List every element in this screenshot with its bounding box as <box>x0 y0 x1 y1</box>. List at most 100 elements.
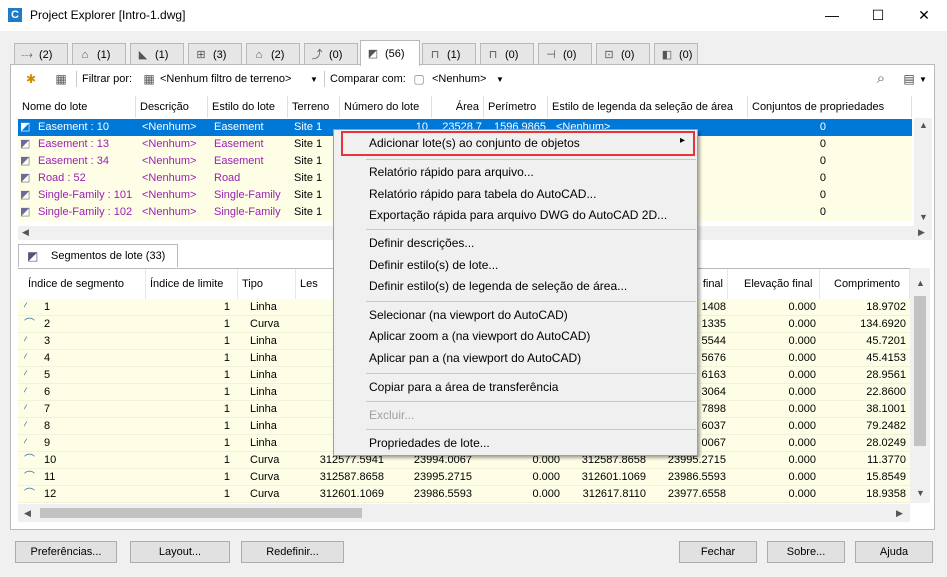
scroll-up-icon[interactable]: ▲ <box>916 278 925 288</box>
menu-item-select[interactable]: Selecionar (na viewport do AutoCAD) <box>369 308 568 322</box>
reset-button[interactable]: Redefinir... <box>241 541 344 563</box>
menu-item-pan-to[interactable]: Aplicar pan a (na viewport do AutoCAD) <box>369 351 581 365</box>
cell-b: 23986.5593 <box>413 488 472 500</box>
column-header[interactable]: Número do lote <box>340 96 432 118</box>
scroll-up-icon[interactable]: ▲ <box>919 120 928 130</box>
scroll-right-icon[interactable]: ▶ <box>896 508 903 519</box>
menu-item-set-parcel-styles[interactable]: Definir estilo(s) de lote... <box>369 258 498 272</box>
tab-labels[interactable]: ◧ (0) <box>654 43 698 65</box>
column-header[interactable]: Elevação final <box>728 269 820 299</box>
column-header[interactable]: Tipo <box>238 269 296 299</box>
column-header[interactable]: Estilo do lote <box>208 96 288 118</box>
compare-dropdown[interactable]: <Nenhum> <box>432 73 486 85</box>
new-parcel-icon[interactable]: ✱ <box>22 70 40 88</box>
column-header[interactable]: Comprimento <box>820 269 910 299</box>
compare-label: Comparar com: <box>330 73 406 85</box>
cell-type: Curva <box>250 471 280 483</box>
close-button[interactable]: Fechar <box>679 541 757 563</box>
cell-style: Easement <box>214 155 264 167</box>
horizontal-scrollbar[interactable]: ◀ ▶ <box>18 504 910 522</box>
cell-idx: 12 <box>44 488 57 500</box>
cell-sets: 0 <box>819 121 826 133</box>
cell-lim: 1 <box>223 403 230 415</box>
curve-segment-icon: ⌒ <box>24 318 35 330</box>
menu-item-set-descriptions[interactable]: Definir descrições... <box>369 236 474 250</box>
menu-item-set-area-label-styles[interactable]: Definir estilo(s) de legenda de seleção … <box>369 279 627 293</box>
tab-sections[interactable]: ⊞ (3) <box>188 43 242 65</box>
column-header[interactable]: Conjuntos de propriedades <box>748 96 912 118</box>
cell-len: 134.6920 <box>860 318 906 330</box>
filter-dropdown[interactable]: <Nenhum filtro de terreno> <box>160 73 291 85</box>
preferences-button[interactable]: Preferências... <box>15 541 117 563</box>
chevron-down-icon[interactable]: ▼ <box>496 75 504 84</box>
vertical-scrollbar[interactable]: ▲ ▼ <box>910 268 930 503</box>
cell-c: 0.000 <box>532 471 560 483</box>
title-bar: C Project Explorer [Intro-1.dwg] — ☐ ✕ <box>0 0 947 31</box>
scroll-right-icon[interactable]: ▶ <box>918 227 925 238</box>
vertical-scrollbar[interactable]: ▲ ▼ <box>914 118 932 226</box>
tab-assemblies[interactable]: ⊡ (0) <box>596 43 650 65</box>
parcel-icon: ◩ <box>367 47 379 60</box>
column-header[interactable]: Estilo de legenda da seleção de área <box>548 96 748 118</box>
cell-d: 312601.1069 <box>581 471 646 483</box>
parcel-settings-icon[interactable]: ▦ <box>52 70 70 88</box>
cell-elev: 0.000 <box>788 352 816 364</box>
parcel-icon: ◩ <box>20 206 31 218</box>
assembly-icon: ⊡ <box>604 48 614 61</box>
minimize-button[interactable]: — <box>809 0 855 31</box>
cell-lim: 1 <box>223 386 230 398</box>
cell-len: 79.2482 <box>866 420 906 432</box>
tab-count: (0) <box>505 48 519 61</box>
menu-item-quick-report-table[interactable]: Relatório rápido para tabela do AutoCAD.… <box>369 187 596 201</box>
terrain-icon: ▦ <box>143 72 155 86</box>
cell-name: Easement : 34 <box>38 155 109 167</box>
tab-alignments[interactable]: ⤏ (2) <box>14 43 68 65</box>
cell-style: Single-Family <box>214 189 281 201</box>
view-options-icon[interactable]: ▤ <box>900 70 918 88</box>
column-header[interactable]: Perímetro <box>484 96 548 118</box>
menu-item-quick-export-dwg[interactable]: Exportação rápida para arquivo DWG do Au… <box>369 208 667 222</box>
column-header[interactable]: Descrição <box>136 96 208 118</box>
chevron-down-icon[interactable]: ▼ <box>919 75 927 84</box>
tab-profiles[interactable]: ◣ (1) <box>130 43 184 65</box>
scroll-down-icon[interactable]: ▼ <box>919 212 928 222</box>
help-button[interactable]: Ajuda <box>855 541 933 563</box>
cell-desc: <Nenhum> <box>142 189 197 201</box>
menu-item-parcel-properties[interactable]: Propriedades de lote... <box>369 436 490 450</box>
tab-parcels[interactable]: ◩ (56) <box>360 40 420 66</box>
column-header[interactable]: Terreno <box>288 96 340 118</box>
scroll-down-icon[interactable]: ▼ <box>916 488 925 498</box>
scroll-thumb[interactable] <box>40 508 362 518</box>
layout-button[interactable]: Layout... <box>130 541 230 563</box>
table-row[interactable]: ⌒ 11 1 Curva 312587.8658 23995.2715 0.000 31260… <box>18 469 910 486</box>
cell-elev: 0.000 <box>788 420 816 432</box>
tab-structures[interactable]: ⊓ (1) <box>422 43 476 65</box>
scroll-left-icon[interactable]: ◀ <box>22 227 29 238</box>
tab-feature-lines[interactable]: ⤴ (0) <box>304 43 358 65</box>
column-header[interactable]: Índice de limite <box>146 269 238 299</box>
chevron-down-icon[interactable]: ▼ <box>310 75 318 84</box>
cell-lim: 1 <box>223 318 230 330</box>
about-button[interactable]: Sobre... <box>767 541 845 563</box>
menu-item-copy-to-clipboard[interactable]: Copiar para a área de transferência <box>369 380 558 394</box>
menu-item-quick-report-file[interactable]: Relatório rápido para arquivo... <box>369 165 534 179</box>
column-header[interactable]: Índice de segmento <box>24 269 146 299</box>
scroll-left-icon[interactable]: ◀ <box>24 508 31 519</box>
tab-parcel-segments[interactable]: ◩ Segmentos de lote (33) <box>18 244 178 267</box>
cell-sets: 0 <box>819 138 826 150</box>
column-header[interactable]: Nome do lote <box>18 96 136 118</box>
corridor-icon: ⌂ <box>81 48 89 61</box>
tab-corridors[interactable]: ⌂ (1) <box>72 43 126 65</box>
cell-type: Linha <box>250 301 277 313</box>
maximize-button[interactable]: ☐ <box>855 0 901 31</box>
cell-elev: 0.000 <box>788 386 816 398</box>
tab-surfaces[interactable]: ⌂ (2) <box>246 43 300 65</box>
column-header[interactable]: Área <box>432 96 484 118</box>
tab-point-groups[interactable]: ⊣ (0) <box>538 43 592 65</box>
scroll-thumb[interactable] <box>914 296 926 446</box>
menu-item-zoom-to[interactable]: Aplicar zoom a (na viewport do AutoCAD) <box>369 329 590 343</box>
close-window-button[interactable]: ✕ <box>901 0 947 31</box>
search-icon[interactable]: ⌕ <box>872 70 890 88</box>
tab-pipes[interactable]: ⊓ (0) <box>480 43 534 65</box>
table-row[interactable]: ⌒ 12 1 Curva 312601.1069 23986.5593 0.000 31261… <box>18 486 910 503</box>
